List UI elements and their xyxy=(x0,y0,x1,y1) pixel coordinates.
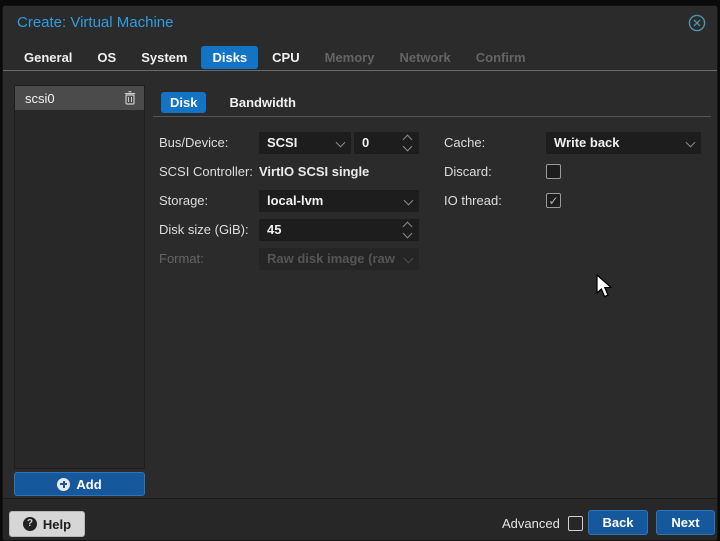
next-button-label: Next xyxy=(671,515,699,530)
cache-combo[interactable]: Write back xyxy=(546,132,701,154)
storage-label: Storage: xyxy=(159,190,208,212)
scsi-controller-value: VirtIO SCSI single xyxy=(259,161,369,183)
disk-subtabs: Disk Bandwidth xyxy=(161,91,305,113)
disk-list-item-scsi0[interactable]: scsi0 xyxy=(15,86,144,110)
trash-icon[interactable] xyxy=(124,91,136,105)
close-icon[interactable] xyxy=(688,14,706,32)
tab-disks[interactable]: Disks xyxy=(201,46,258,69)
bus-device-number-spinner[interactable]: 0 xyxy=(354,132,419,154)
tab-memory: Memory xyxy=(314,46,386,69)
plus-circle-icon xyxy=(57,478,70,491)
back-button[interactable]: Back xyxy=(588,510,648,535)
help-button-label: Help xyxy=(43,517,71,532)
chevron-down-icon xyxy=(686,138,696,148)
format-combo-disabled: Raw disk image (raw xyxy=(259,248,419,270)
back-button-label: Back xyxy=(602,515,633,530)
advanced-label: Advanced xyxy=(502,516,560,531)
cache-combo-value: Write back xyxy=(554,135,620,150)
next-button[interactable]: Next xyxy=(656,510,715,535)
screen: Create: Virtual Machine General OS Syste… xyxy=(0,0,720,541)
tabbar-divider xyxy=(3,70,717,71)
storage-combo-value: local-lvm xyxy=(267,193,323,208)
cache-label: Cache: xyxy=(444,132,485,154)
tab-network: Network xyxy=(388,46,461,69)
bus-device-label: Bus/Device: xyxy=(159,132,228,154)
tab-confirm: Confirm xyxy=(465,46,537,69)
add-button-label: Add xyxy=(76,477,101,492)
advanced-checkbox[interactable] xyxy=(568,516,583,531)
tab-system[interactable]: System xyxy=(130,46,198,69)
chevron-down-icon xyxy=(336,138,346,148)
dialog-titlebar: Create: Virtual Machine xyxy=(3,6,717,40)
scsi-controller-label: SCSI Controller: xyxy=(159,161,253,183)
disk-item-label: scsi0 xyxy=(25,91,124,106)
tab-cpu[interactable]: CPU xyxy=(261,46,310,69)
format-combo-value: Raw disk image (raw xyxy=(267,251,395,266)
io-thread-label: IO thread: xyxy=(444,190,502,212)
help-button[interactable]: ? Help xyxy=(9,511,85,537)
add-disk-button[interactable]: Add xyxy=(14,472,145,496)
chevron-down-icon xyxy=(404,254,414,264)
subtab-bandwidth[interactable]: Bandwidth xyxy=(220,92,304,113)
wizard-tabbar: General OS System Disks CPU Memory Netwo… xyxy=(13,44,707,70)
discard-label: Discard: xyxy=(444,161,492,183)
tab-os[interactable]: OS xyxy=(86,46,127,69)
disk-size-label: Disk size (GiB): xyxy=(159,219,249,241)
format-label: Format: xyxy=(159,248,204,270)
storage-combo[interactable]: local-lvm xyxy=(259,190,419,212)
bus-device-combo[interactable]: SCSI xyxy=(259,132,351,154)
io-thread-checkbox[interactable]: ✓ xyxy=(546,193,561,208)
dialog-title: Create: Virtual Machine xyxy=(17,14,173,31)
bus-device-combo-value: SCSI xyxy=(267,135,297,150)
discard-checkbox[interactable] xyxy=(546,164,561,179)
bus-device-number-value: 0 xyxy=(362,135,369,150)
subtab-divider xyxy=(153,116,711,117)
spinner-arrows-icon[interactable] xyxy=(402,219,414,241)
disk-list-panel: scsi0 xyxy=(14,85,145,469)
chevron-down-icon xyxy=(404,196,414,206)
tab-general[interactable]: General xyxy=(13,46,83,69)
create-vm-dialog: Create: Virtual Machine General OS Syste… xyxy=(2,5,718,541)
disk-size-spinner[interactable]: 45 xyxy=(259,219,419,241)
question-circle-icon: ? xyxy=(23,517,37,531)
subtab-disk[interactable]: Disk xyxy=(161,92,206,113)
spinner-arrows-icon[interactable] xyxy=(402,132,414,154)
disk-size-value: 45 xyxy=(267,222,281,237)
